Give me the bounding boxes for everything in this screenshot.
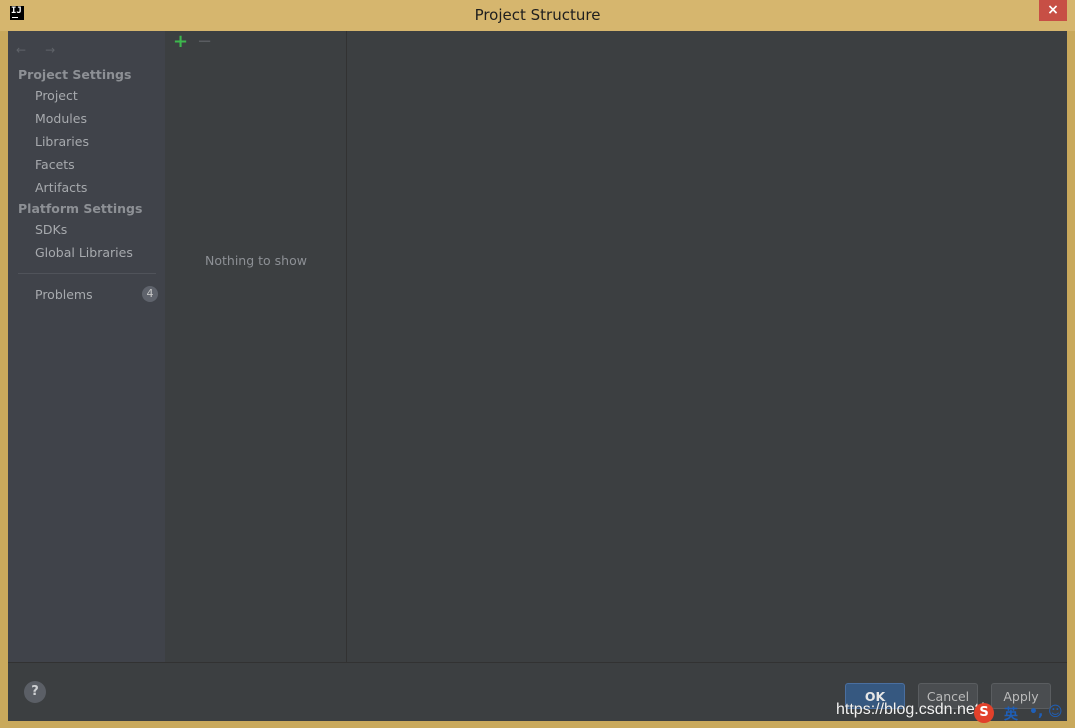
sidebar-item-sdks[interactable]: SDKs <box>35 222 67 237</box>
element-list-panel: + − Nothing to show <box>166 31 347 662</box>
ime-language-toggle[interactable]: 英 <box>1004 704 1018 724</box>
sidebar-item-project[interactable]: Project <box>35 88 78 103</box>
remove-icon[interactable]: − <box>197 33 212 51</box>
detail-panel <box>347 31 1067 662</box>
add-icon[interactable]: + <box>173 33 188 51</box>
section-project-settings: Project Settings <box>18 67 132 82</box>
ime-emoji-icon[interactable]: ☺ <box>1048 704 1063 720</box>
sidebar-divider <box>18 273 156 274</box>
navigation-arrows: ← → <box>16 39 69 57</box>
title-bar: IJ Project Structure × <box>0 0 1075 31</box>
sidebar-item-libraries[interactable]: Libraries <box>35 134 89 149</box>
back-arrow-icon[interactable]: ← <box>16 43 32 57</box>
ime-toolbar: S 英 •, ☺ <box>974 703 1075 725</box>
sidebar-item-modules[interactable]: Modules <box>35 111 87 126</box>
section-platform-settings: Platform Settings <box>18 201 143 216</box>
close-button[interactable]: × <box>1039 0 1067 21</box>
sidebar-item-facets[interactable]: Facets <box>35 157 75 172</box>
problems-count-badge: 4 <box>142 286 158 302</box>
sidebar-item-artifacts[interactable]: Artifacts <box>35 180 87 195</box>
ime-punctuation-icon[interactable]: •, <box>1029 704 1043 720</box>
help-icon[interactable]: ? <box>24 681 46 703</box>
window-title: Project Structure <box>474 6 601 24</box>
empty-list-message: Nothing to show <box>205 253 307 268</box>
settings-sidebar: ← → Project Settings Project Modules Lib… <box>8 31 165 662</box>
watermark-text: https://blog.csdn.net/ <box>836 701 984 718</box>
sidebar-item-problems[interactable]: Problems <box>35 287 93 302</box>
dialog-body: ← → Project Settings Project Modules Lib… <box>8 31 1067 721</box>
forward-arrow-icon[interactable]: → <box>45 43 61 57</box>
sidebar-item-global-libraries[interactable]: Global Libraries <box>35 245 133 260</box>
ime-logo-icon[interactable]: S <box>974 703 994 723</box>
